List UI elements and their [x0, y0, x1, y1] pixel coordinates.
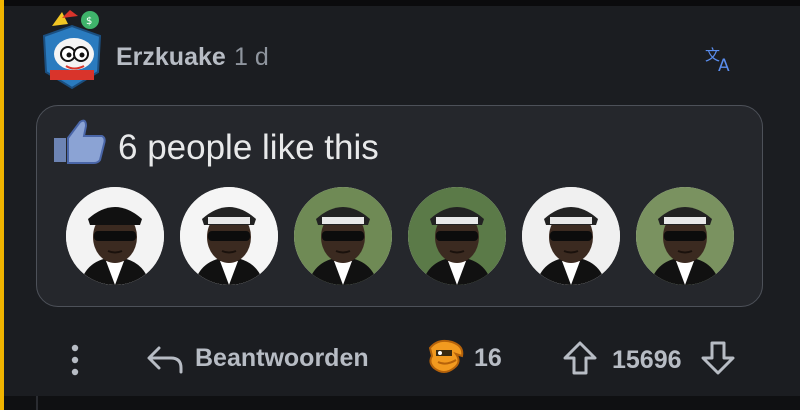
reply-label: Beantwoorden: [195, 344, 369, 372]
like-text: 6 people like this: [118, 128, 379, 167]
comment-age: 1 d: [234, 43, 269, 71]
snoo-avatar-icon[interactable]: $: [40, 8, 104, 94]
award-button[interactable]: 16: [426, 338, 516, 378]
thread-connector: [36, 396, 38, 410]
svg-text:$: $: [86, 16, 92, 27]
bottom-edge: [4, 396, 800, 410]
arrow-down-icon[interactable]: [700, 340, 736, 376]
reply-arrow-icon: [147, 346, 183, 374]
comment-author[interactable]: Erzkuake: [116, 43, 226, 72]
person-avatar-1: [66, 187, 164, 285]
reply-button[interactable]: Beantwoorden: [145, 340, 380, 380]
person-avatar-4: [408, 187, 506, 285]
thumbs-up-icon: [54, 119, 106, 164]
person-avatar-3: [294, 187, 392, 285]
award-count: 16: [474, 344, 502, 372]
vote-score: 15696: [612, 346, 682, 374]
svg-text:A: A: [718, 56, 730, 73]
more-vertical-icon[interactable]: [64, 342, 86, 378]
person-avatar-2: [180, 187, 278, 285]
translate-icon[interactable]: 文 A: [704, 45, 736, 73]
person-avatar-6: [636, 187, 734, 285]
person-avatar-5: [522, 187, 620, 285]
arrow-up-icon[interactable]: [562, 340, 598, 376]
award-icon: [428, 339, 464, 373]
